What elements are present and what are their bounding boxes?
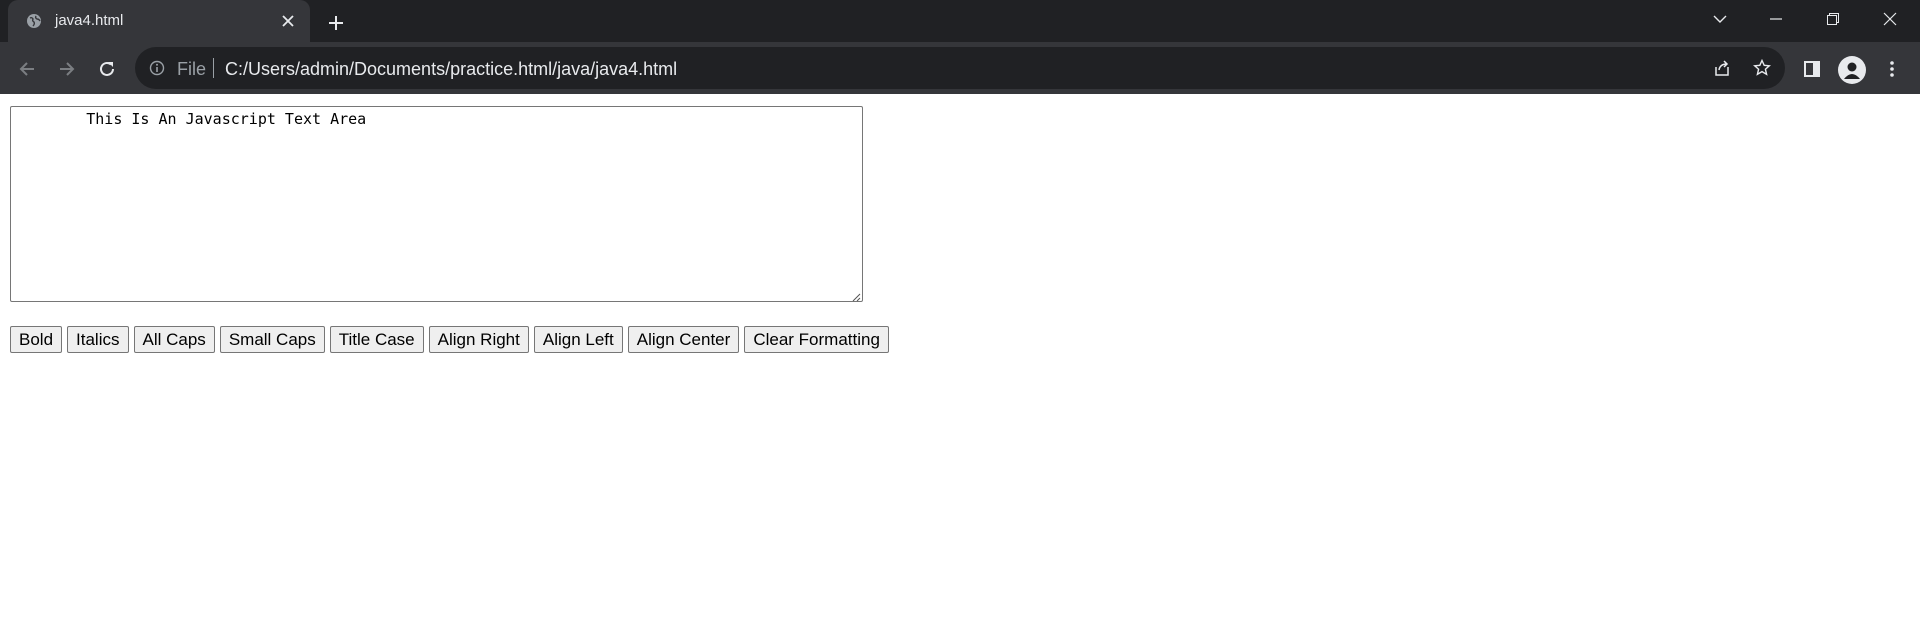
address-bar[interactable]: File C:/Users/admin/Documents/practice.h… [135,47,1785,89]
small-caps-button[interactable]: Small Caps [219,326,325,353]
align-left-button[interactable]: Align Left [533,326,623,353]
kebab-menu-icon[interactable] [1876,53,1908,85]
globe-icon [26,13,42,29]
chevron-down-icon[interactable] [1692,0,1748,38]
arrow-right-icon[interactable] [51,53,83,85]
minimize-icon[interactable] [1748,0,1804,38]
align-right-button[interactable]: Align Right [428,326,529,353]
avatar[interactable] [1838,56,1866,84]
url-scheme: File [177,59,207,79]
italics-button[interactable]: Italics [67,326,129,353]
page-content: Bold Italics All Caps Small Caps Title C… [0,94,1920,636]
url-text[interactable]: C:/Users/admin/Documents/practice.html/j… [225,59,677,80]
info-icon[interactable] [149,60,165,76]
bold-button[interactable]: Bold [10,326,63,353]
tab-title: java4.html [55,12,124,29]
share-icon[interactable] [1712,58,1732,78]
side-panel-icon[interactable] [1796,53,1828,85]
restore-icon[interactable] [1805,0,1861,38]
resize-grip-icon[interactable] [850,289,861,302]
text-area[interactable] [10,106,863,302]
tab-strip: java4.html [0,0,1920,42]
star-icon[interactable] [1752,58,1772,78]
close-icon[interactable] [278,11,298,31]
browser-toolbar: File C:/Users/admin/Documents/practice.h… [0,42,1920,94]
arrow-left-icon[interactable] [11,53,43,85]
plus-icon[interactable] [322,9,350,37]
formatting-toolbar: Bold Italics All Caps Small Caps Title C… [10,326,889,354]
close-icon[interactable] [1862,0,1918,38]
reload-icon[interactable] [91,53,123,85]
browser-tab[interactable]: java4.html [8,0,310,42]
separator [213,58,214,78]
all-caps-button[interactable]: All Caps [133,326,215,353]
title-case-button[interactable]: Title Case [329,326,424,353]
clear-formatting-button[interactable]: Clear Formatting [744,326,889,353]
align-center-button[interactable]: Align Center [627,326,740,353]
